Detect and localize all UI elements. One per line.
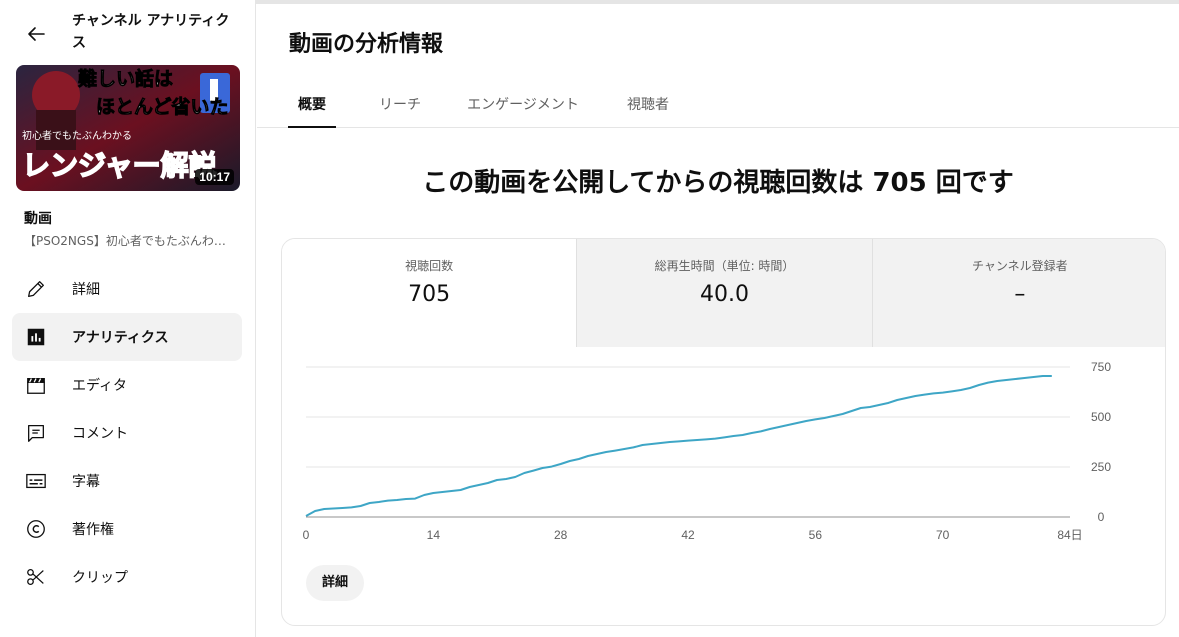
y-tick-label: 250 (1091, 460, 1111, 474)
metric-views[interactable]: 視聴回数 705 (282, 239, 577, 347)
sidebar-item-clips[interactable]: クリップ (12, 553, 242, 601)
sidebar-item-comments[interactable]: コメント (12, 409, 242, 457)
main-content: 動画の分析情報 概要 リーチ エンゲージメント 視聴者 この動画を公開してからの… (257, 4, 1179, 637)
metric-value: 40.0 (700, 282, 749, 307)
thumbnail-text-main: レンジャー解説 (22, 149, 217, 182)
metric-label: チャンネル登録者 (971, 259, 1068, 273)
video-duration: 10:17 (195, 169, 234, 185)
sidebar-item-label: 著作権 (72, 522, 114, 538)
tab-audience[interactable]: 視聴者 (616, 84, 680, 128)
thumbnail-text-line2: ほとんど省いた (96, 96, 228, 118)
metric-watch-time[interactable]: 総再生時間（単位: 時間） 40.0 (576, 239, 872, 347)
sidebar-item-details[interactable]: 詳細 (12, 265, 242, 313)
sidebar-item-label: 詳細 (72, 282, 100, 298)
arrow-left-icon (28, 27, 45, 41)
tab-overview[interactable]: 概要 (288, 84, 336, 128)
x-tick-label: 56 (809, 528, 823, 542)
tab-reach[interactable]: リーチ (368, 84, 432, 128)
sidebar-item-label: 字幕 (72, 474, 100, 490)
x-tick-label: 42 (681, 528, 695, 542)
views-line-chart: 0 250 500 750 0 14 28 42 56 70 84日 (303, 360, 1112, 542)
sidebar-nav: 詳細 アナリティクス エディタ コメント 字幕 著作権 クリップ (12, 265, 242, 601)
metric-tabs: 視聴回数 705 総再生時間（単位: 時間） 40.0 チャンネル登録者 – (282, 239, 1165, 347)
comment-icon (24, 421, 48, 445)
sidebar-item-label: アナリティクス (72, 330, 169, 346)
x-tick-label: 14 (427, 528, 441, 542)
sidebar-item-label: クリップ (72, 570, 128, 586)
clapperboard-icon (24, 373, 48, 397)
metric-subscribers[interactable]: チャンネル登録者 – (871, 239, 1165, 347)
sidebar-item-copyright[interactable]: 著作権 (12, 505, 242, 553)
back-button[interactable] (20, 18, 52, 50)
analytics-icon (24, 325, 48, 349)
y-tick-label: 750 (1091, 360, 1111, 374)
sidebar-item-label: コメント (72, 426, 128, 442)
thumbnail-text-small: 初心者でもたぶんわかる (22, 129, 132, 142)
copyright-icon (24, 517, 48, 541)
subtitles-icon (24, 469, 48, 493)
x-tick-label: 0 (303, 528, 310, 542)
views-headline: この動画を公開してからの視聴回数は 705 回です (422, 168, 1014, 198)
thumbnail-text-line1: 難しい話は (78, 67, 173, 90)
channel-analytics-title: チャンネル アナリティクス (72, 13, 230, 51)
x-tick-label: 70 (936, 528, 950, 542)
pencil-icon (24, 277, 48, 301)
metric-value: – (1014, 282, 1026, 307)
sidebar-item-label: エディタ (72, 378, 128, 394)
metric-label: 総再生時間（単位: 時間） (654, 259, 795, 273)
video-label: 動画 (24, 211, 52, 227)
sidebar: チャンネル アナリティクス 難しい話は ほとんど省いた 初心者でもたぶんわかる … (0, 0, 256, 637)
metric-label: 視聴回数 (405, 259, 454, 273)
tab-engagement[interactable]: エンゲージメント (456, 84, 590, 128)
x-tick-label: 84日 (1057, 528, 1082, 542)
sidebar-item-subtitles[interactable]: 字幕 (12, 457, 242, 505)
video-title: 【PSO2NGS】初心者でもたぶんわかるレンジャー解説 (24, 234, 234, 248)
tab-bar: 概要 リーチ エンゲージメント 視聴者 (257, 84, 1179, 128)
y-tick-label: 500 (1091, 410, 1111, 424)
scissors-icon (24, 565, 48, 589)
y-tick-label: 0 (1098, 510, 1105, 524)
sidebar-item-analytics[interactable]: アナリティクス (12, 313, 242, 361)
page-title: 動画の分析情報 (289, 32, 444, 57)
views-series-line (305, 375, 1052, 517)
video-thumbnail[interactable]: 難しい話は ほとんど省いた 初心者でもたぶんわかる レンジャー解説 10:17 (16, 65, 240, 191)
sidebar-item-editor[interactable]: エディタ (12, 361, 242, 409)
metric-value: 705 (408, 282, 451, 307)
x-tick-label: 28 (554, 528, 568, 542)
details-button[interactable]: 詳細 (306, 565, 365, 601)
overview-card: 視聴回数 705 総再生時間（単位: 時間） 40.0 チャンネル登録者 – 0… (281, 238, 1166, 626)
